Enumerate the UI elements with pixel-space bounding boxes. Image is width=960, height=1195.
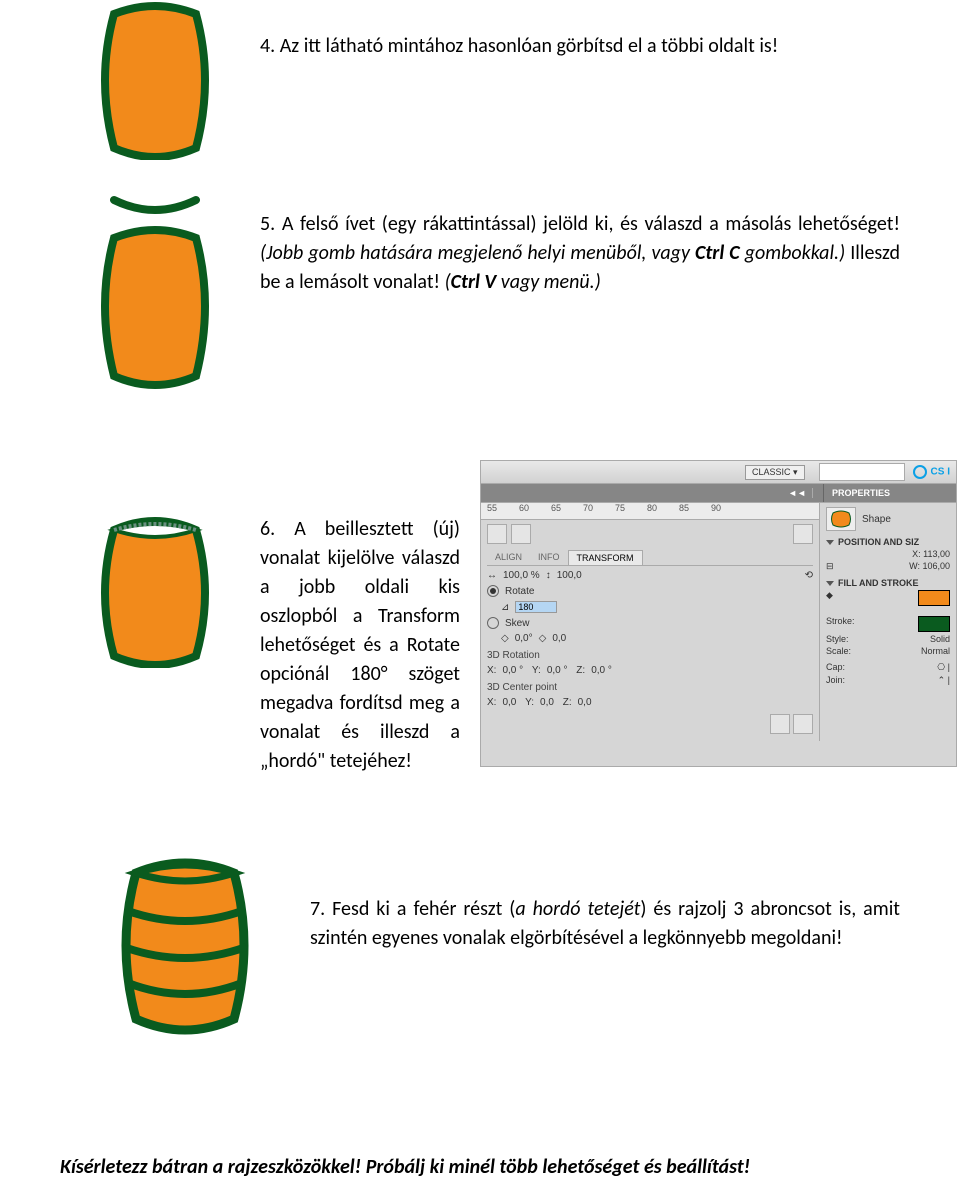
skew-y-value[interactable]: 0,0 bbox=[552, 633, 566, 644]
tool-icon[interactable] bbox=[511, 524, 531, 544]
scale-y-value[interactable]: 100,0 bbox=[557, 570, 582, 581]
tab-transform[interactable]: TRANSFORM bbox=[568, 550, 643, 565]
scale-value[interactable]: Normal bbox=[921, 646, 950, 656]
barrel-with-top-image bbox=[100, 508, 210, 668]
step6-text: 6. A beillesztett (új) vonalat kijelölve… bbox=[260, 515, 460, 776]
3d-center-label: 3D Center point bbox=[487, 682, 813, 693]
tool-icon[interactable] bbox=[487, 524, 507, 544]
step4-text: 4. Az itt látható mintához hasonlóan gör… bbox=[260, 32, 900, 61]
workspace-dropdown[interactable]: CLASSIC ▾ bbox=[745, 465, 805, 480]
scale-label: Scale: bbox=[826, 646, 851, 656]
prop-w-value[interactable]: W: 106,00 bbox=[909, 561, 950, 572]
fill-swatch[interactable] bbox=[918, 590, 950, 606]
position-size-header[interactable]: POSITION AND SIZ bbox=[838, 537, 919, 547]
barrel-with-arc-image bbox=[100, 190, 210, 390]
barrel-curved-sides-image bbox=[100, 0, 210, 160]
stroke-label: Stroke: bbox=[826, 616, 855, 632]
tab-info[interactable]: INFO bbox=[530, 550, 568, 565]
style-value[interactable]: Solid bbox=[930, 634, 950, 644]
rot3d-x[interactable]: 0,0 ° bbox=[502, 665, 523, 676]
help-search-input[interactable] bbox=[819, 463, 905, 481]
center-z[interactable]: 0,0 bbox=[578, 697, 592, 708]
step5-text: 5. A felső ívet (egy rákattintással) jel… bbox=[260, 210, 900, 297]
rot3d-z[interactable]: 0,0 ° bbox=[591, 665, 612, 676]
center-y[interactable]: 0,0 bbox=[540, 697, 554, 708]
fireworks-transform-panel: CLASSIC ▾ CS I ◄◄ PROPERTIES 55606570758… bbox=[480, 460, 957, 767]
style-label: Style: bbox=[826, 634, 849, 644]
join-value[interactable]: ⌃ | bbox=[938, 675, 950, 686]
ruler-label-row: ◄◄ bbox=[481, 484, 823, 502]
skew-radio[interactable] bbox=[487, 617, 499, 629]
tool-icon[interactable] bbox=[793, 524, 813, 544]
shape-label: Shape bbox=[862, 514, 891, 525]
rotate-value-input[interactable] bbox=[515, 601, 557, 613]
scale-x-value[interactable]: 100,0 % bbox=[503, 570, 540, 581]
prop-x-value[interactable]: X: 113,00 bbox=[912, 549, 950, 559]
rot3d-y[interactable]: 0,0 ° bbox=[547, 665, 568, 676]
panel-button[interactable] bbox=[770, 714, 790, 734]
fill-stroke-header[interactable]: FILL AND STROKE bbox=[838, 578, 919, 588]
panel-button[interactable] bbox=[793, 714, 813, 734]
skew-x-value[interactable]: 0,0° bbox=[515, 633, 533, 644]
shape-preview-icon bbox=[826, 507, 856, 531]
stroke-swatch[interactable] bbox=[918, 616, 950, 632]
center-x[interactable]: 0,0 bbox=[502, 697, 516, 708]
cs-logo: CS I bbox=[913, 465, 950, 479]
properties-panel-header[interactable]: PROPERTIES bbox=[823, 484, 956, 502]
panel-tabs: ALIGN INFO TRANSFORM bbox=[487, 550, 813, 566]
canvas-ruler: 5560657075808590 bbox=[481, 503, 819, 520]
rotate-radio[interactable] bbox=[487, 585, 499, 597]
cap-label: Cap: bbox=[826, 662, 845, 673]
3d-rotation-label: 3D Rotation bbox=[487, 650, 813, 661]
barrel-complete-image bbox=[120, 845, 250, 1045]
skew-label: Skew bbox=[505, 618, 529, 629]
join-label: Join: bbox=[826, 675, 845, 686]
cap-value[interactable]: ⎔ | bbox=[937, 662, 950, 673]
rotate-label: Rotate bbox=[505, 586, 534, 597]
footer-text: Kísérletezz bátran a rajzeszközökkel! Pr… bbox=[60, 1155, 900, 1179]
tab-align[interactable]: ALIGN bbox=[487, 550, 530, 565]
step7-text: 7. Fesd ki a fehér részt (a hordó tetejé… bbox=[310, 895, 900, 953]
